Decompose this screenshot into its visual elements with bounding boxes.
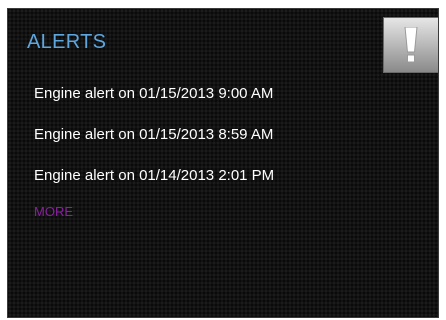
alert-list: Engine alert on 01/15/2013 9:00 AM Engin… — [34, 84, 274, 207]
alert-item[interactable]: Engine alert on 01/15/2013 9:00 AM — [34, 84, 274, 125]
alerts-title: ALERTS — [27, 31, 107, 53]
exclamation-icon — [404, 27, 418, 63]
more-link[interactable]: MORE — [34, 204, 73, 219]
alert-item[interactable]: Engine alert on 01/15/2013 8:59 AM — [34, 125, 274, 166]
alert-button[interactable] — [383, 17, 438, 73]
alert-item[interactable]: Engine alert on 01/14/2013 2:01 PM — [34, 166, 274, 207]
alerts-panel: ALERTS Engine alert on 01/15/2013 9:00 A… — [7, 8, 439, 318]
